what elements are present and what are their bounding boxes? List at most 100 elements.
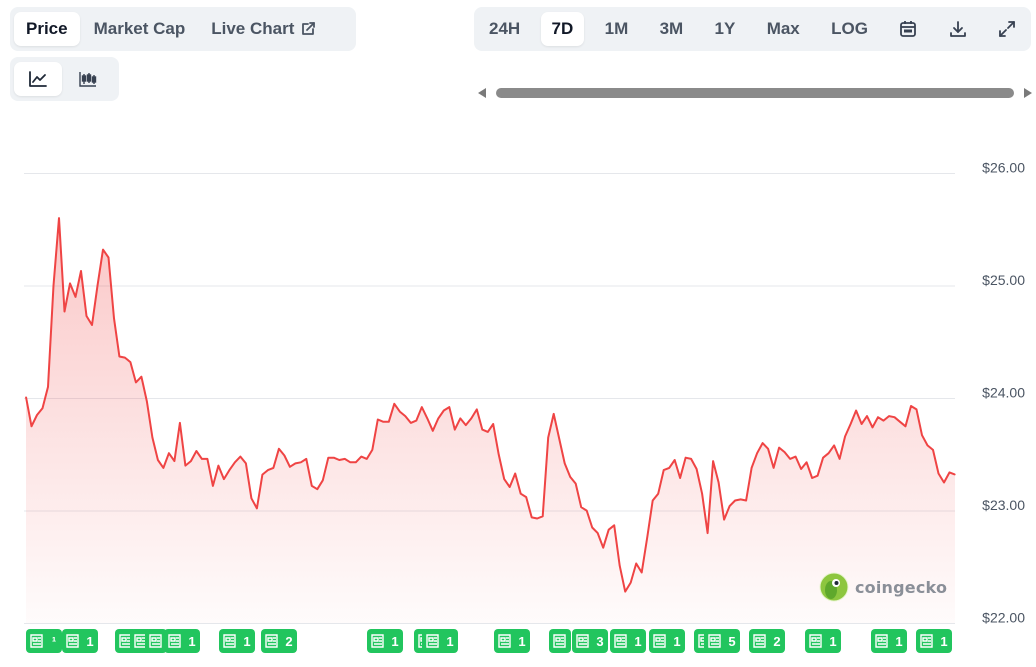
price-point (910, 405, 912, 407)
news-count: 1 (188, 634, 195, 649)
news-badge[interactable]: 1 (164, 629, 200, 653)
price-point (250, 497, 252, 499)
news-count: 1 (243, 634, 250, 649)
price-point (432, 430, 434, 432)
price-point (118, 355, 120, 358)
news-count: 2 (285, 634, 292, 649)
price-point (855, 409, 857, 412)
news-badge[interactable]: 5 (704, 629, 740, 653)
price-point (454, 429, 456, 431)
news-badge[interactable]: 1 (367, 629, 403, 653)
news-badge[interactable]: 1 (649, 629, 685, 653)
news-badge[interactable]: 1 (805, 629, 841, 653)
news-badge[interactable]: 2 (261, 629, 297, 653)
price-point (58, 217, 60, 219)
news-badge[interactable]: 2 (749, 629, 785, 653)
price-point (509, 486, 511, 488)
price-point (828, 452, 830, 454)
price-point (679, 477, 681, 479)
price-point (492, 423, 494, 425)
price-point (85, 315, 88, 317)
news-count: 1 (829, 634, 836, 649)
y-tick-label: $23.00 (982, 497, 1025, 513)
price-point (915, 408, 918, 410)
price-point (822, 457, 824, 459)
price-point (173, 460, 175, 462)
price-point (195, 450, 197, 452)
price-point (184, 465, 186, 467)
price-point (212, 485, 214, 487)
price-point (261, 474, 263, 476)
price-point (410, 422, 412, 424)
price-point (459, 417, 461, 419)
price-point (569, 476, 571, 478)
price-point (283, 454, 285, 457)
news-count: 1 (446, 634, 453, 649)
price-point (888, 415, 890, 417)
news-badge[interactable]: 1 (219, 629, 255, 653)
news-count: 1 (86, 634, 93, 649)
price-point (948, 471, 951, 473)
price-point (124, 357, 126, 359)
price-point (751, 467, 753, 469)
price-point (937, 472, 940, 475)
price-point (553, 413, 555, 415)
price-point (36, 414, 38, 416)
news-count: 1 (895, 634, 902, 649)
news-badge[interactable]: ¹ (26, 629, 62, 653)
price-point (30, 425, 33, 427)
price-point (613, 524, 615, 526)
price-point (729, 505, 731, 507)
price-point (179, 422, 181, 424)
price-point (107, 256, 110, 259)
price-point (399, 411, 401, 413)
news-badge[interactable]: 1 (62, 629, 98, 653)
price-point (74, 296, 77, 298)
price-point (294, 462, 296, 464)
news-badge[interactable]: 1 (916, 629, 952, 653)
price-point (135, 381, 137, 383)
price-point (327, 457, 329, 459)
price-point (415, 420, 417, 422)
news-badge[interactable] (145, 629, 167, 653)
price-point (740, 498, 742, 500)
news-badge[interactable]: 3 (572, 629, 608, 653)
news-badge[interactable]: 1 (422, 629, 458, 653)
price-point (25, 396, 27, 398)
coingecko-logo-icon (819, 572, 849, 602)
price-point (718, 481, 720, 484)
price-point (498, 453, 500, 455)
price-point (168, 452, 170, 454)
price-point (421, 406, 423, 408)
price-point (223, 478, 225, 480)
price-point (635, 562, 637, 565)
price-point (228, 469, 230, 471)
news-badge[interactable]: 1 (494, 629, 530, 653)
price-point (344, 458, 346, 460)
price-point (305, 458, 307, 460)
price-point (520, 493, 522, 495)
price-point (861, 423, 863, 425)
news-badge[interactable] (549, 629, 571, 653)
news-count: 2 (773, 634, 780, 649)
price-point (893, 416, 896, 418)
price-point (514, 472, 516, 475)
price-point (800, 468, 802, 470)
price-point (943, 481, 945, 484)
price-point (272, 467, 274, 469)
price-point (245, 462, 247, 464)
news-badge[interactable]: 1 (610, 629, 646, 653)
price-point (580, 506, 582, 508)
price-point (190, 460, 192, 462)
price-point (355, 461, 357, 463)
price-point (734, 499, 736, 502)
price-point (882, 420, 885, 422)
news-count: 1 (940, 634, 947, 649)
price-point (866, 415, 868, 417)
price-point (542, 515, 544, 517)
news-badge[interactable]: 1 (871, 629, 907, 653)
news-count: 1 (634, 634, 641, 649)
y-axis: $26.00 $25.00 $24.00 $23.00 $22.00 (982, 160, 1025, 626)
price-point (795, 456, 797, 458)
price-area-fill (26, 218, 955, 623)
